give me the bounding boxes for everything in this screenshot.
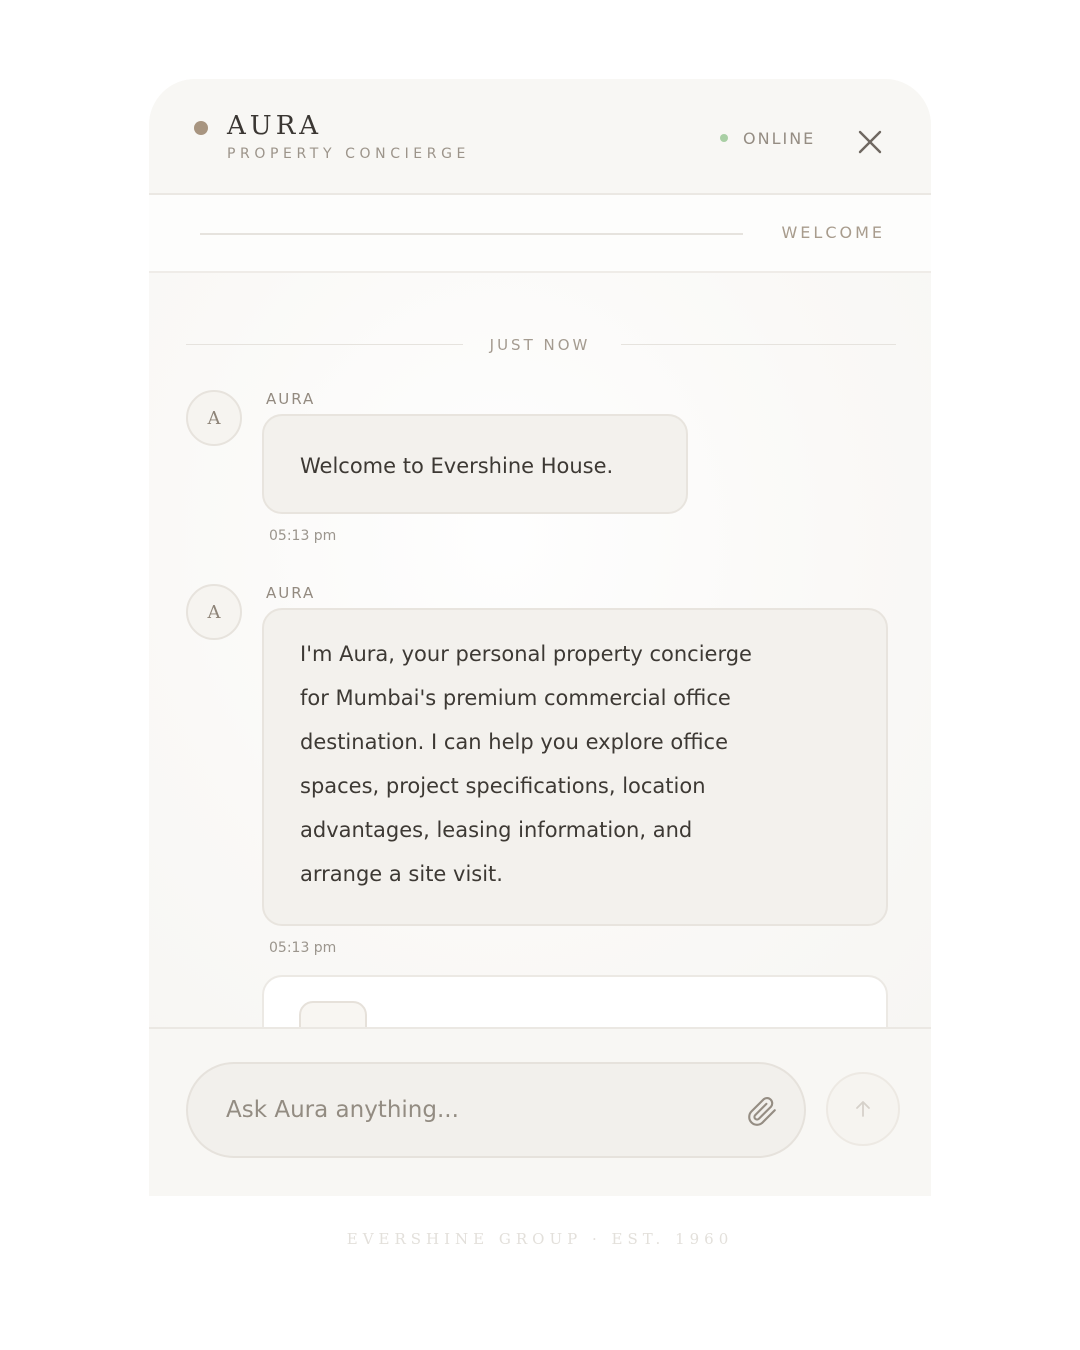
avatar: A [186, 584, 242, 640]
message-time: 05:13 pm [269, 528, 337, 544]
message-line: I'm Aura, your personal property concier… [300, 642, 752, 666]
welcome-divider-line [200, 233, 743, 235]
quick-action-chip[interactable] [299, 1001, 367, 1027]
message-line: for Mumbai's premium commercial office [300, 686, 731, 710]
message-input[interactable] [226, 1091, 726, 1129]
chat-header: AURA PROPERTY CONCIERGE ONLINE [149, 79, 931, 195]
message-line: Welcome to Evershine House. [300, 454, 614, 478]
arrow-up-icon [856, 1101, 870, 1117]
message-sender: AURA [266, 584, 316, 602]
brand-subtitle: PROPERTY CONCIERGE [227, 146, 470, 162]
status-text: ONLINE [743, 129, 816, 148]
close-icon [858, 130, 882, 154]
brand-dot [194, 121, 208, 135]
welcome-band: WELCOME [149, 195, 931, 273]
message-bubble: I'm Aura, your personal property concier… [262, 608, 888, 926]
footer-brand-text: EVERSHINE GROUP · EST. 1960 [346, 1230, 734, 1248]
paperclip-icon [748, 1097, 776, 1126]
message-line: spaces, project specifications, location [300, 774, 706, 798]
attach-button[interactable] [745, 1094, 779, 1128]
brand-name: AURA [227, 111, 323, 141]
chat-widget: AURA PROPERTY CONCIERGE ONLINE WELCOME J… [149, 79, 931, 1196]
online-status-dot [720, 134, 728, 142]
message-line: destination. I can help you explore offi… [300, 730, 728, 754]
message-line: arrange a site visit. [300, 862, 503, 886]
message-sender: AURA [266, 390, 316, 408]
welcome-label: WELCOME [781, 223, 885, 242]
quick-actions-card[interactable] [262, 975, 888, 1027]
composer [149, 1027, 931, 1196]
timestamp-divider-label: JUST NOW [489, 336, 591, 354]
message-line: advantages, leasing information, and [300, 818, 693, 842]
message-bubble: Welcome to Evershine House. [262, 414, 688, 514]
message-list[interactable]: JUST NOW A AURA Welcome to Evershine Hou… [149, 273, 931, 1027]
avatar: A [186, 390, 242, 446]
message-time: 05:13 pm [269, 940, 337, 956]
send-button[interactable] [826, 1072, 900, 1146]
message-input-box[interactable] [186, 1062, 806, 1158]
close-button[interactable] [853, 125, 887, 159]
